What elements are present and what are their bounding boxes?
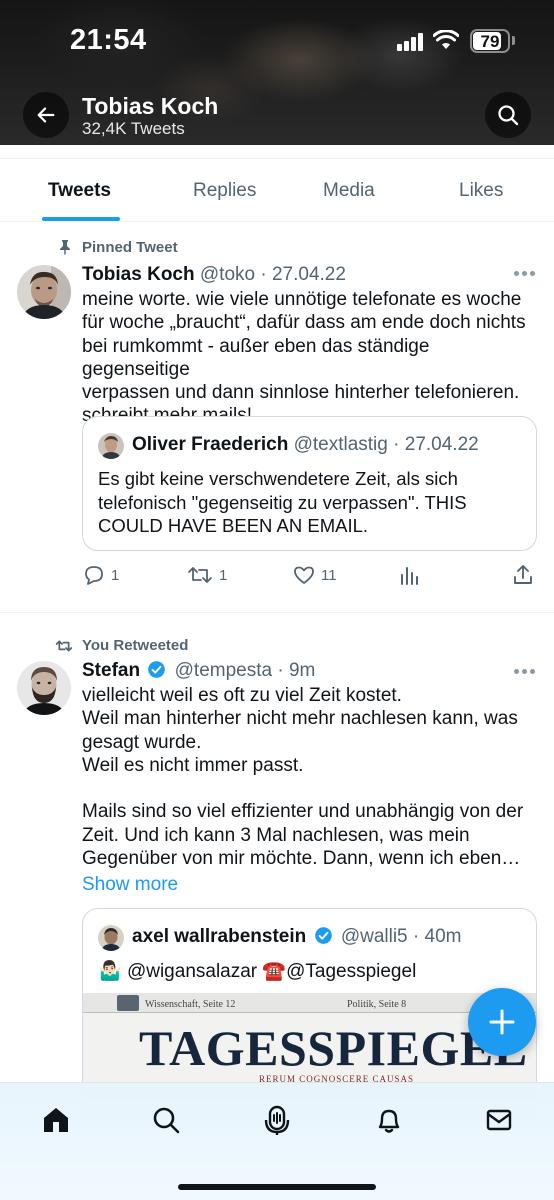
tab-likes[interactable]: Likes bbox=[459, 180, 503, 202]
more-options-icon[interactable] bbox=[514, 271, 536, 277]
profile-name: Tobias Koch bbox=[82, 93, 219, 119]
tab-tweets[interactable]: Tweets bbox=[48, 180, 111, 202]
retweet-icon bbox=[188, 567, 212, 583]
mention-link[interactable]: @Tagesspiegel bbox=[286, 961, 416, 982]
analytics-icon bbox=[401, 567, 418, 585]
shrug-emoji: 🤷🏻‍♂️ bbox=[98, 961, 122, 982]
quoted-tweet[interactable]: Oliver Fraederich @textlastig · 27.04.22… bbox=[82, 416, 537, 551]
search-icon bbox=[498, 105, 519, 126]
avatar-stefan bbox=[17, 661, 71, 715]
author-name[interactable]: Tobias Koch bbox=[82, 264, 195, 285]
cellular-signal-icon bbox=[397, 32, 427, 51]
show-more-link[interactable]: Show more bbox=[82, 874, 178, 896]
nav-search[interactable] bbox=[149, 1103, 183, 1137]
verified-badge-icon bbox=[148, 661, 166, 678]
author-handle[interactable]: @toko bbox=[200, 264, 255, 285]
newspaper-thumb bbox=[117, 995, 139, 1011]
pinned-label: Pinned Tweet bbox=[82, 239, 178, 256]
reply-icon bbox=[85, 566, 103, 585]
search-icon bbox=[153, 1107, 180, 1134]
battery-level: 79 bbox=[480, 32, 500, 51]
status-time: 21:54 bbox=[70, 24, 147, 56]
dot-separator: · bbox=[272, 660, 289, 681]
avatar[interactable] bbox=[17, 661, 71, 715]
newspaper-right-tag: Politik, Seite 8 bbox=[347, 999, 407, 1010]
dot-separator: · bbox=[255, 264, 272, 285]
dot-separator: · bbox=[407, 926, 425, 947]
verified-badge-icon bbox=[314, 927, 332, 944]
compose-tweet-button[interactable] bbox=[468, 988, 536, 1056]
tweet-header: Stefan @tempesta · 9m bbox=[82, 660, 315, 682]
quote-author-handle: @walli5 bbox=[340, 926, 408, 947]
quote-author-handle: @textlastig bbox=[293, 434, 388, 455]
battery-cap bbox=[512, 36, 515, 45]
tab-media[interactable]: Media bbox=[323, 180, 375, 202]
tweet-divider bbox=[0, 612, 554, 613]
share-button[interactable] bbox=[511, 563, 535, 587]
nav-notifications[interactable] bbox=[372, 1103, 406, 1137]
quote-author-name: Oliver Fraederich bbox=[132, 434, 289, 455]
back-button[interactable] bbox=[23, 92, 69, 138]
plus-icon bbox=[489, 1009, 515, 1035]
quote-date: 40m bbox=[424, 926, 462, 947]
spaces-icon bbox=[264, 1105, 290, 1135]
telephone-emoji: ☎️ bbox=[262, 961, 287, 982]
profile-tabs: Tweets Replies Media Likes bbox=[0, 160, 554, 222]
mention-link[interactable]: @wigansalazar bbox=[127, 961, 257, 982]
avatar[interactable] bbox=[17, 265, 71, 319]
quote-author-name: axel wallrabenstein bbox=[132, 926, 307, 947]
bottom-navigation bbox=[0, 1082, 554, 1200]
quote-text: Es gibt keine verschwendetere Zeit, als … bbox=[98, 468, 467, 536]
author-name[interactable]: Stefan bbox=[82, 660, 140, 681]
dot-separator: · bbox=[387, 434, 405, 455]
nav-spaces[interactable] bbox=[260, 1103, 294, 1137]
heart-icon bbox=[294, 566, 314, 584]
avatar-oliver-fraederich bbox=[98, 433, 124, 459]
tweet-date[interactable]: 9m bbox=[289, 660, 315, 681]
reply-count: 1 bbox=[111, 566, 120, 584]
retweet-icon bbox=[55, 640, 73, 652]
retweeted-label: You Retweeted bbox=[82, 637, 189, 654]
quote-header: axel wallrabenstein @walli5 · 40m bbox=[132, 926, 461, 948]
wifi-icon bbox=[433, 30, 459, 49]
active-tab-indicator bbox=[42, 217, 120, 221]
header-divider bbox=[0, 145, 554, 159]
tweet-text: meine worte. wie viele unnötige telefona… bbox=[82, 289, 526, 426]
analytics-button[interactable] bbox=[398, 563, 422, 587]
quote-date: 27.04.22 bbox=[404, 434, 479, 455]
nav-messages[interactable] bbox=[482, 1103, 516, 1137]
search-button[interactable] bbox=[485, 92, 531, 138]
tab-replies[interactable]: Replies bbox=[193, 180, 256, 202]
avatar bbox=[98, 433, 124, 459]
share-icon bbox=[514, 565, 532, 584]
tweet-actions: 1 1 11 bbox=[82, 563, 537, 589]
retweet-count: 1 bbox=[219, 566, 228, 584]
tweet-date[interactable]: 27.04.22 bbox=[272, 264, 346, 285]
tweet-text: vielleicht weil es oft zu viel Zeit kost… bbox=[82, 685, 524, 870]
like-count: 11 bbox=[321, 566, 337, 584]
avatar-tobias-koch bbox=[17, 265, 71, 319]
nav-home[interactable] bbox=[39, 1103, 73, 1137]
bell-icon bbox=[378, 1109, 400, 1133]
home-indicator bbox=[178, 1184, 376, 1190]
reply-button[interactable]: 1 bbox=[82, 563, 119, 587]
profile-header: 21:54 79 Tobias Koch 32,4K Tweets bbox=[0, 0, 554, 145]
avatar-axel-wallrabenstein bbox=[98, 925, 124, 951]
retweet-button[interactable]: 1 bbox=[186, 563, 227, 587]
arrow-left-icon bbox=[37, 107, 55, 123]
home-icon bbox=[44, 1108, 68, 1132]
tweet-header: Tobias Koch @toko · 27.04.22 bbox=[82, 264, 346, 286]
tweet-count: 32,4K Tweets bbox=[82, 119, 185, 138]
envelope-icon bbox=[486, 1109, 512, 1131]
author-handle[interactable]: @tempesta bbox=[175, 660, 272, 681]
battery-icon: 79 bbox=[470, 29, 510, 53]
quote-text: 🤷🏻‍♂️ @wigansalazar ☎️@Tagesspiegel bbox=[98, 960, 518, 984]
quote-header: Oliver Fraederich @textlastig · 27.04.22 bbox=[132, 434, 479, 456]
pin-icon bbox=[60, 240, 70, 255]
like-button[interactable]: 11 bbox=[292, 563, 337, 587]
avatar bbox=[98, 925, 124, 951]
more-options-icon[interactable] bbox=[514, 669, 536, 675]
newspaper-left-tag: Wissenschaft, Seite 12 bbox=[145, 999, 236, 1010]
